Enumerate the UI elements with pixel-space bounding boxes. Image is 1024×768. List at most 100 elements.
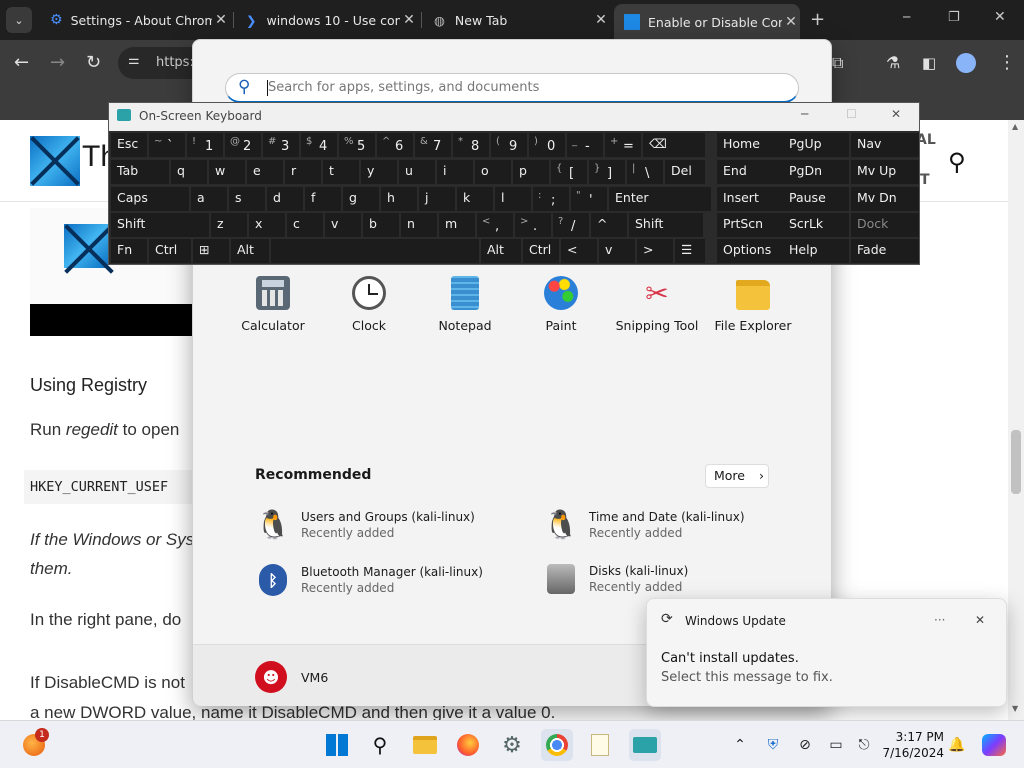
osk-key[interactable]: ~ ` — [149, 133, 185, 157]
osk-key[interactable] — [271, 239, 479, 263]
osk-key[interactable]: Esc — [111, 133, 147, 157]
osk-key[interactable]: Shift — [111, 213, 209, 237]
minimize-button[interactable]: ─ — [903, 10, 910, 24]
osk-key[interactable]: k — [457, 187, 493, 211]
osk-nav-key[interactable]: Dock — [851, 213, 919, 237]
osk-key[interactable]: ) 0 — [529, 133, 565, 157]
start-search-box[interactable]: ⚲ Search for apps, settings, and documen… — [225, 73, 799, 103]
recommended-item[interactable]: ᛒ Bluetooth Manager (kali-linux) Recently… — [255, 564, 483, 596]
osk-key[interactable]: Alt — [481, 239, 521, 263]
osk-key[interactable]: % 5 — [339, 133, 375, 157]
osk-icon[interactable] — [629, 729, 661, 761]
restore-button[interactable]: ❐ — [948, 10, 960, 25]
notepad-icon[interactable] — [584, 729, 616, 761]
osk-key[interactable]: o — [475, 160, 511, 184]
forward-icon[interactable]: → — [50, 52, 65, 74]
osk-key[interactable]: p — [513, 160, 549, 184]
osk-key[interactable]: _ - — [567, 133, 603, 157]
security-icon[interactable]: ⛨ — [763, 736, 783, 754]
osk-key[interactable]: q — [171, 160, 207, 184]
more-button[interactable]: More › — [705, 464, 769, 488]
osk-key[interactable]: ⌫ — [643, 133, 705, 157]
osk-key[interactable]: v — [599, 239, 635, 263]
search-icon[interactable]: ⚲ — [364, 729, 396, 761]
osk-key[interactable]: x — [249, 213, 285, 237]
osk-key[interactable]: t — [323, 160, 359, 184]
site-logo[interactable] — [30, 136, 80, 186]
osk-key[interactable]: a — [191, 187, 227, 211]
chrome-icon[interactable] — [541, 729, 573, 761]
reload-icon[interactable]: ↻ — [86, 52, 101, 74]
notification-toast[interactable]: ⟳ Windows Update ··· ✕ Can't install upd… — [646, 598, 1007, 707]
osk-key[interactable]: r — [285, 160, 321, 184]
more-options-icon[interactable]: ··· — [934, 613, 945, 627]
osk-nav-key[interactable]: Fade — [851, 239, 919, 263]
osk-key[interactable]: Ctrl — [523, 239, 559, 263]
recommended-item[interactable]: 🐧 Users and Groups (kali-linux) Recently … — [255, 508, 475, 541]
osk-key[interactable]: Ctrl — [149, 239, 191, 263]
osk-key[interactable]: + = — [605, 133, 641, 157]
osk-nav-key[interactable]: End — [717, 160, 783, 184]
osk-nav-key[interactable]: Options — [717, 239, 783, 263]
network-icon[interactable]: ⊘ — [795, 736, 815, 754]
settings-icon[interactable]: ⚙ — [496, 729, 528, 761]
osk-key[interactable]: b — [363, 213, 399, 237]
close-tab-icon[interactable]: ✕ — [782, 14, 800, 30]
osk-key[interactable]: n — [401, 213, 437, 237]
osk-nav-key[interactable]: Nav — [851, 133, 919, 157]
osk-key[interactable]: $4 — [301, 133, 337, 157]
clock[interactable]: 3:17 PM 7/16/2024 — [880, 729, 944, 761]
osk-key[interactable]: Shift — [629, 213, 703, 237]
back-icon[interactable]: ← — [14, 52, 29, 74]
osk-key[interactable]: >. — [515, 213, 551, 237]
new-tab-button[interactable]: + — [810, 9, 825, 30]
osk-key[interactable]: (9 — [491, 133, 527, 157]
osk-key[interactable]: <, — [477, 213, 513, 237]
start-icon[interactable] — [321, 729, 353, 761]
osk-nav-key[interactable]: PgDn — [783, 160, 849, 184]
osk-key[interactable]: e — [247, 160, 283, 184]
osk-key[interactable]: ^ — [591, 213, 627, 237]
osk-key[interactable]: & 7 — [415, 133, 451, 157]
pinned-paint[interactable]: Paint — [513, 276, 609, 333]
osk-key[interactable]: ⊞ — [193, 239, 229, 263]
osk-key[interactable]: i — [437, 160, 473, 184]
osk-nav-key[interactable]: Mv Up — [851, 160, 919, 184]
osk-nav-key[interactable]: Pause — [783, 187, 849, 211]
close-tab-icon[interactable]: ✕ — [400, 12, 418, 28]
osk-key[interactable]: s — [229, 187, 265, 211]
recommended-item[interactable]: Disks (kali-linux) Recently added — [543, 564, 688, 594]
osk-key[interactable]: ^ 6 — [377, 133, 413, 157]
osk-key[interactable]: * 8 — [453, 133, 489, 157]
osk-minimize-button[interactable]: ─ — [801, 107, 808, 121]
osk-key[interactable]: Caps — [111, 187, 189, 211]
osk-key[interactable]: j — [419, 187, 455, 211]
display-icon[interactable]: ▭ — [826, 736, 846, 754]
osk-key[interactable]: :; — [533, 187, 569, 211]
osk-key[interactable]: | \ — [627, 160, 663, 184]
osk-key[interactable]: ! 1 — [187, 133, 223, 157]
search-icon[interactable]: ⚲ — [948, 148, 966, 176]
close-tab-icon[interactable]: ✕ — [592, 12, 610, 28]
firefox-icon[interactable] — [452, 729, 484, 761]
file-explorer-icon[interactable] — [409, 729, 441, 761]
osk-nav-key[interactable]: Home — [717, 133, 783, 157]
osk-maximize-button[interactable]: ☐ — [846, 107, 857, 121]
osk-key[interactable]: y — [361, 160, 397, 184]
scroll-thumb[interactable] — [1011, 430, 1021, 494]
osk-nav-key[interactable]: Help — [783, 239, 849, 263]
close-icon[interactable]: ✕ — [975, 613, 985, 627]
osk-key[interactable]: l — [495, 187, 531, 211]
osk-key[interactable]: m — [439, 213, 475, 237]
osk-key[interactable]: Enter — [609, 187, 711, 211]
recommended-item[interactable]: 🐧 Time and Date (kali-linux) Recently add… — [543, 508, 745, 541]
osk-nav-key[interactable]: Mv Dn — [851, 187, 919, 211]
osk-key[interactable]: Alt — [231, 239, 269, 263]
close-window-button[interactable]: ✕ — [994, 9, 1006, 25]
osk-key[interactable]: {[ — [551, 160, 587, 184]
pinned-file-explorer[interactable]: File Explorer — [705, 276, 801, 333]
osk-nav-key[interactable]: PgUp — [783, 133, 849, 157]
scroll-down-arrow[interactable]: ▼ — [1012, 704, 1018, 713]
osk-key[interactable]: d — [267, 187, 303, 211]
osk-titlebar[interactable]: On-Screen Keyboard ─ ☐ ✕ — [109, 103, 919, 131]
